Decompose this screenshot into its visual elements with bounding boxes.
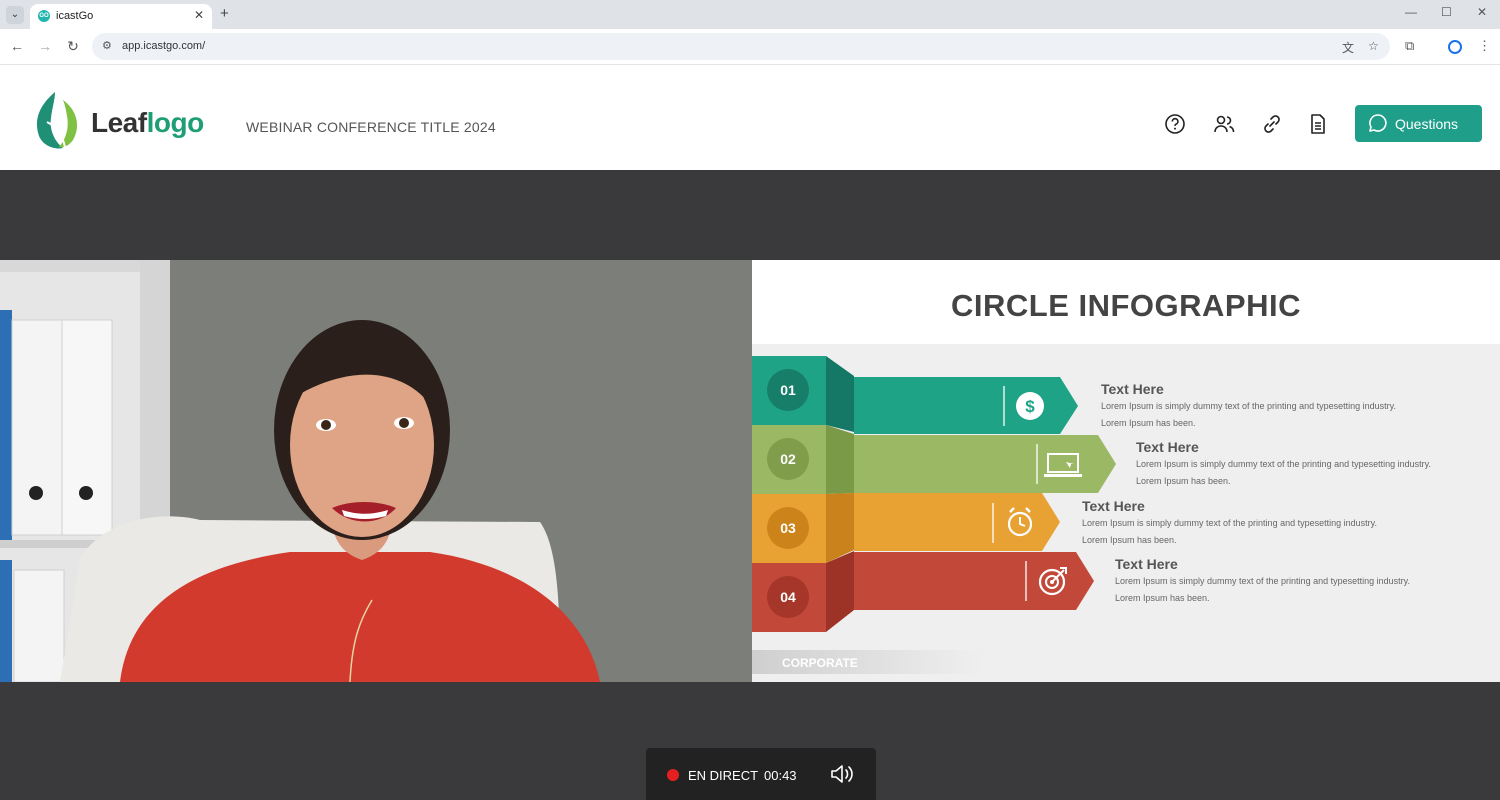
conference-title: WEBINAR CONFERENCE TITLE 2024 <box>246 119 496 135</box>
document-icon[interactable] <box>1307 113 1329 135</box>
minimize-icon[interactable]: — <box>1405 5 1417 19</box>
questions-label: Questions <box>1395 116 1459 132</box>
reload-icon[interactable]: ↻ <box>64 38 82 55</box>
slide-footer-label: CORPORATE <box>782 656 858 670</box>
step-01-fold <box>826 356 854 432</box>
live-status-label: EN DIRECT <box>688 768 759 783</box>
step-body-line1: Lorem Ipsum is simply dummy text of the … <box>1082 518 1377 528</box>
stage: CIRCLE INFOGRAPHIC $ 01 02 03 04 Text He… <box>0 170 1500 800</box>
live-elapsed-time: 00:43 <box>764 768 797 783</box>
step-02-fold <box>826 425 854 494</box>
live-indicator-dot <box>667 769 679 781</box>
tab-search-chevron-icon[interactable]: ⌄ <box>6 6 24 24</box>
app-header: Leaflogo WEBINAR CONFERENCE TITLE 2024 Q… <box>0 66 1500 170</box>
tab-close-icon[interactable]: ✕ <box>194 8 204 22</box>
leaf-logo-icon <box>36 92 78 149</box>
step-heading: Text Here <box>1115 556 1178 572</box>
profile-avatar-icon[interactable] <box>1448 40 1462 54</box>
step-body-line2: Lorem Ipsum has been. <box>1101 418 1196 428</box>
url-text[interactable]: app.icastgo.com/ <box>122 40 205 52</box>
attendees-icon[interactable] <box>1213 113 1235 135</box>
browser-tab[interactable]: GO icastGo ✕ <box>30 4 212 29</box>
help-icon[interactable] <box>1164 113 1186 135</box>
live-status-bar: EN DIRECT 00:43 <box>646 748 876 800</box>
back-icon[interactable]: ← <box>8 38 26 54</box>
dollar-icon: $ <box>1016 392 1044 420</box>
step-text-02: Text Here Lorem Ipsum is simply dummy te… <box>1136 439 1431 490</box>
step-body-line2: Lorem Ipsum has been. <box>1082 535 1177 545</box>
menu-kebab-icon[interactable]: ⋮ <box>1478 38 1491 54</box>
site-info-icon[interactable]: ⚙ <box>102 39 112 52</box>
link-icon[interactable] <box>1261 113 1283 135</box>
browser-tab-bar: ⌄ GO icastGo ✕ + — ☐ ✕ <box>0 0 1500 29</box>
browser-toolbar: ← → ↻ ⚙ app.icastgo.com/ 文 ☆ ⧉ ⋮ <box>0 29 1500 65</box>
step-text-03: Text Here Lorem Ipsum is simply dummy te… <box>1082 498 1377 549</box>
favicon-icon: GO <box>38 10 50 22</box>
translate-icon[interactable]: 文 <box>1342 39 1354 56</box>
questions-button[interactable]: Questions <box>1355 105 1482 142</box>
step-body-line1: Lorem Ipsum is simply dummy text of the … <box>1115 576 1410 586</box>
step-heading: Text Here <box>1082 498 1145 514</box>
step-03-fold <box>826 493 854 563</box>
step-number: 03 <box>780 520 796 536</box>
step-heading: Text Here <box>1136 439 1199 455</box>
step-body-line1: Lorem Ipsum is simply dummy text of the … <box>1101 401 1396 411</box>
forward-icon[interactable]: → <box>36 38 54 54</box>
step-text-04: Text Here Lorem Ipsum is simply dummy te… <box>1115 556 1410 607</box>
window-close-icon[interactable]: ✕ <box>1477 5 1487 19</box>
presenter-image <box>0 260 752 682</box>
chat-bubble-icon <box>1369 114 1387 132</box>
slide-footer-band: CORPORATE <box>752 650 982 674</box>
step-02-arrow <box>854 435 1116 493</box>
maximize-icon[interactable]: ☐ <box>1441 5 1452 19</box>
step-body-line1: Lorem Ipsum is simply dummy text of the … <box>1136 459 1431 469</box>
step-03-arrow <box>854 493 1060 551</box>
step-body-line2: Lorem Ipsum has been. <box>1115 593 1210 603</box>
step-number: 01 <box>780 382 796 398</box>
extensions-icon[interactable]: ⧉ <box>1405 38 1414 54</box>
step-body-line2: Lorem Ipsum has been. <box>1136 476 1231 486</box>
step-number: 04 <box>780 589 796 605</box>
presentation-slide: CIRCLE INFOGRAPHIC $ 01 02 03 04 Text He… <box>752 260 1500 682</box>
step-01-arrow <box>854 377 1078 434</box>
step-number: 02 <box>780 451 796 467</box>
svg-text:$: $ <box>1025 397 1035 416</box>
step-text-01: Text Here Lorem Ipsum is simply dummy te… <box>1101 381 1396 432</box>
step-04-fold <box>826 551 854 632</box>
bookmark-star-icon[interactable]: ☆ <box>1368 39 1379 53</box>
volume-icon[interactable] <box>830 764 856 784</box>
slide-title: CIRCLE INFOGRAPHIC <box>951 288 1301 323</box>
new-tab-icon[interactable]: + <box>220 5 229 22</box>
tab-title: icastGo <box>56 10 94 22</box>
slide-header: CIRCLE INFOGRAPHIC <box>752 260 1500 344</box>
logo-wordmark: Leaflogo <box>91 107 204 138</box>
address-bar[interactable]: ⚙ app.icastgo.com/ 文 ☆ <box>92 33 1390 60</box>
step-heading: Text Here <box>1101 381 1164 397</box>
presenter-video[interactable] <box>0 260 752 682</box>
